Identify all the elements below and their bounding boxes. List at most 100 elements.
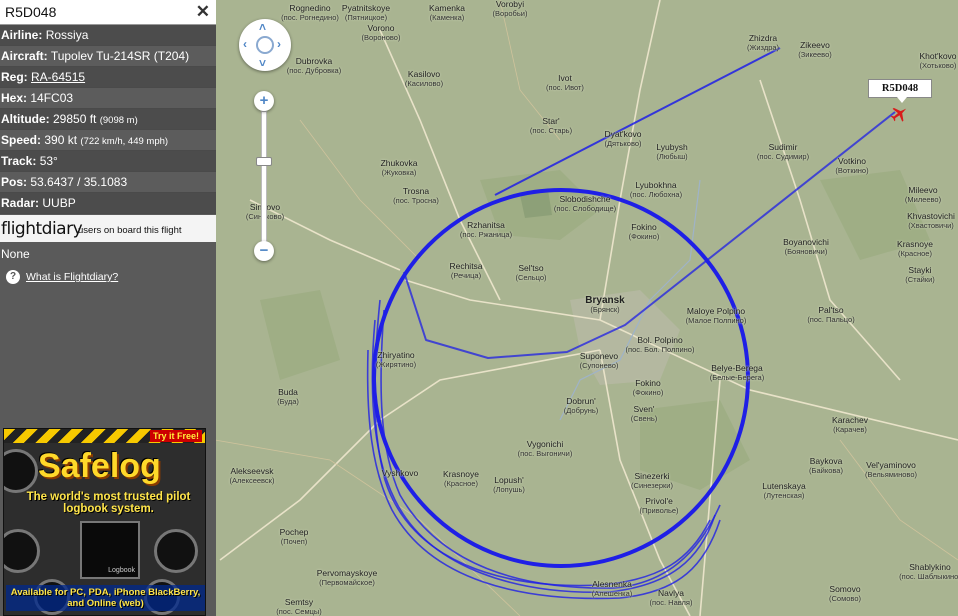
town-name-russian: (Красное) — [444, 479, 478, 488]
town-label: Buda (Буда) — [277, 388, 299, 407]
town-label: Dobrun' (Добрунь) — [563, 397, 599, 416]
pan-right-icon[interactable]: › — [277, 38, 281, 50]
town-label: Pervomayskoye (Первомайское) — [317, 569, 377, 588]
town-name: Rognedino — [289, 3, 331, 13]
town-name: Zhizdra — [748, 33, 778, 43]
zoom-control: + − — [254, 91, 274, 263]
town-name-russian: (Милеево) — [904, 195, 942, 204]
town-name-russian: (Жиздра) — [746, 43, 780, 52]
town-name: Fokino — [631, 222, 657, 232]
pan-up-icon[interactable]: ˄ — [259, 21, 266, 33]
info-label: Aircraft: — [1, 49, 48, 63]
town-name-russian: (Пятницкое) — [344, 13, 388, 22]
town-name-russian: (Свень) — [630, 414, 658, 423]
flight-label[interactable]: R5D048 — [868, 79, 932, 103]
town-name-russian: (пос. Ржаница) — [459, 230, 513, 239]
town-label: Zikeevo (Зикеево) — [798, 40, 832, 60]
town-name: Ivot — [558, 73, 572, 83]
info-row: Reg: RA-64515 — [0, 67, 216, 88]
info-value: 390 kt — [44, 133, 78, 147]
town-label: Semtsy (пос. Семцы) — [276, 598, 322, 616]
flight-info-panel: R5D048 ✕ Airline: Rossiya Aircraft: Tupol… — [0, 0, 216, 616]
town-name: Rzhanitsa — [467, 220, 505, 230]
town-label: Vorobyi (Воробьи) — [493, 0, 528, 18]
town-name: Kamenka — [429, 3, 465, 13]
try-free-badge[interactable]: Try it Free! — [149, 430, 202, 442]
info-value[interactable]: RA-64515 — [31, 70, 85, 84]
airplane-icon[interactable] — [889, 104, 909, 124]
town-name-russian: (пос. Навля) — [649, 598, 693, 607]
zoom-slider-thumb[interactable] — [256, 157, 272, 166]
town-name: Sudimir — [768, 142, 798, 152]
town-name: Trosna — [402, 186, 430, 196]
town-name-russian: (Лутенская) — [763, 491, 805, 500]
ad-availability: Available for PC, PDA, iPhone BlackBerry… — [6, 585, 205, 611]
town-name-russian: (пос. Дубровка) — [286, 66, 342, 75]
info-value: 14FC03 — [30, 91, 74, 105]
town-name-russian: (Байкова) — [809, 466, 843, 475]
town-label: Sel'tso (Сельцо) — [515, 264, 547, 283]
town-label: Sven' (Свень) — [630, 405, 658, 424]
town-label: Alesnenka (Алешенка) — [592, 579, 633, 599]
info-value: Tupolev Tu-214SR (T204) — [50, 49, 190, 63]
town-name-russian: (Вороново) — [361, 33, 401, 42]
ad-slogan: The world's most trusted pilot logbook s… — [26, 491, 191, 515]
town-label: Slobodishche (пос. Слободище) — [554, 195, 616, 214]
town-label: Lyubysh (Любыш) — [656, 142, 688, 162]
flightdiary-logo[interactable]: flightdiary — [1, 219, 83, 239]
pan-control[interactable]: ˄ ˅ ‹ › — [239, 19, 291, 71]
info-value: Rossiya — [45, 28, 89, 42]
info-extra: (9098 m) — [99, 115, 138, 126]
info-row: Speed: 390 kt (722 km/h, 449 mph) — [0, 130, 216, 151]
info-label: Track: — [1, 154, 37, 168]
zoom-in-button[interactable]: + — [254, 91, 274, 111]
hand-icon[interactable] — [256, 36, 274, 54]
info-row: Radar: UUBP — [0, 193, 216, 214]
pan-left-icon[interactable]: ‹ — [243, 38, 247, 50]
pan-down-icon[interactable]: ˅ — [259, 57, 266, 69]
town-name: Votkino — [838, 156, 866, 166]
town-label: Vygonichi (пос. Выгоничи) — [518, 440, 573, 459]
zoom-slider-track[interactable] — [261, 111, 267, 243]
town-name-russian: (Сельцо) — [515, 273, 547, 282]
town-name: Zikeevo — [800, 40, 830, 50]
town-label: Krasnoye (Красное) — [443, 470, 479, 489]
town-name-russian: (Добрунь) — [563, 406, 599, 415]
town-label: Trosna (пос. Тросна) — [393, 186, 439, 206]
town-name-russian: (Бояновичи) — [784, 247, 828, 256]
town-name-russian: (Алексеевск) — [229, 476, 275, 485]
town-name-russian: (Лопушь) — [493, 485, 525, 494]
what-is-flightdiary-link[interactable]: What is Flightdiary? — [26, 271, 118, 283]
panel-header: R5D048 ✕ — [0, 0, 216, 25]
town-name-russian: (Речица) — [450, 271, 482, 280]
logbook-image: Logbook — [80, 521, 140, 579]
town-label: Fokino (Фокино) — [633, 379, 664, 398]
town-name: Alesnenka — [592, 579, 632, 589]
town-name-russian: (Первомайское) — [319, 578, 375, 587]
town-name: Lyubysh — [656, 142, 688, 152]
safelog-ad[interactable]: Try it Free! Safelog The world's most tr… — [3, 428, 206, 616]
town-name: Suponevo — [579, 351, 619, 361]
town-label: Zhizdra (Жиздра) — [746, 33, 780, 53]
town-label: Rognedino (пос. Рогнедино) — [281, 3, 339, 23]
info-label: Reg: — [1, 70, 28, 84]
town-name: Belye-Berega — [711, 363, 763, 373]
town-name-russian: (Сомово) — [829, 594, 861, 603]
town-label: Somovo (Сомово) — [829, 585, 861, 604]
town-name-russian: (Красное) — [898, 249, 932, 258]
close-icon[interactable]: ✕ — [196, 2, 210, 22]
town-name-russian: (Приволье) — [639, 506, 679, 515]
town-name: Semtsy — [284, 597, 314, 607]
town-name: Karachev — [832, 415, 868, 425]
town-label: Krasnoye (Красное) — [897, 240, 933, 259]
town-name-russian: (Фокино) — [628, 232, 660, 241]
gauge-icon — [154, 529, 198, 573]
town-name-russian: (Малое Полпино) — [685, 316, 747, 325]
info-label: Pos: — [1, 175, 28, 189]
zoom-out-button[interactable]: − — [254, 241, 274, 261]
info-row: Track: 53° — [0, 151, 216, 172]
town-name-russian: (Карачев) — [833, 425, 867, 434]
town-label: Dyat'kovo (Дятьково) — [604, 130, 642, 149]
town-label: Zhukovka (Жуковка) — [381, 159, 418, 178]
town-name-russian: (Дятьково) — [604, 139, 642, 148]
